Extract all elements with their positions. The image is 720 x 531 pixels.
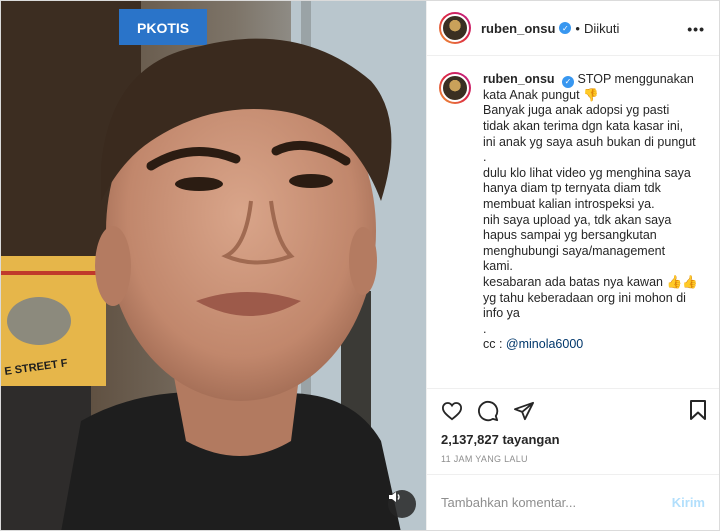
action-bar	[427, 388, 719, 432]
post-comment-button[interactable]: Kirim	[672, 495, 705, 510]
like-button[interactable]	[441, 401, 463, 421]
caption-text: ruben_onsu ✓ STOP menggunakan kata Anak …	[483, 72, 701, 388]
heart-icon	[441, 401, 463, 420]
follow-status-button[interactable]: Diikuti	[584, 21, 619, 36]
caption-username-link[interactable]: ruben_onsu	[483, 72, 555, 86]
caption-section: ruben_onsu ✓ STOP menggunakan kata Anak …	[427, 56, 719, 388]
comment-icon	[478, 400, 499, 421]
caption-line: kami.	[483, 259, 513, 274]
caption-avatar[interactable]	[439, 72, 471, 104]
verified-badge-icon: ✓	[559, 22, 572, 34]
caption-line: ruben_onsu ✓ STOP menggunakan	[483, 72, 701, 88]
save-button[interactable]	[689, 399, 707, 426]
post-window: PKOTIS E STREET F ruben_onsu ✓ • Diikuti…	[0, 0, 720, 531]
caption-line: nih saya upload ya, tdk akan saya	[483, 212, 672, 227]
header-username-link[interactable]: ruben_onsu	[481, 21, 555, 36]
sign-text: PKOTIS	[137, 20, 189, 36]
avatar[interactable]	[439, 12, 471, 44]
caption-line: cc : @minola6000	[483, 337, 701, 353]
video-frame: PKOTIS E STREET F	[1, 1, 426, 530]
caption-line: kesabaran ada batas nya kawan 👍👍	[483, 274, 698, 289]
caption-line-text: STOP menggunakan	[574, 72, 694, 86]
bookmark-icon	[690, 400, 706, 420]
caption-line: hanya diam tp ternyata diam tdk	[483, 181, 661, 196]
video-player[interactable]: PKOTIS E STREET F	[1, 1, 426, 530]
send-icon	[514, 401, 534, 420]
view-count[interactable]: 2,137,827 tayangan	[427, 432, 719, 450]
comment-input[interactable]	[441, 495, 672, 510]
caption-line: tidak akan terima dgn kata kasar ini,	[483, 118, 684, 133]
more-options-icon[interactable]: •••	[687, 21, 705, 37]
caption-line: .	[483, 150, 487, 165]
post-timestamp[interactable]: 11 JAM YANG LALU	[427, 450, 719, 474]
caption-line: .	[483, 321, 487, 336]
caption-line: membuat kalian introspeksi ya.	[483, 196, 655, 211]
caption-line: yg tahu keberadaan org ini mohon di	[483, 290, 686, 305]
share-button[interactable]	[513, 401, 535, 421]
caption-line: hapus sampai yg bersangkutan	[483, 228, 657, 243]
mention-link[interactable]: @minola6000	[506, 337, 583, 351]
comment-button[interactable]	[477, 400, 499, 422]
caption-line: kata Anak pungut 👎	[483, 87, 599, 102]
header-separator: •	[575, 20, 580, 36]
speaker-icon	[389, 492, 400, 502]
avatar-image	[441, 14, 469, 42]
caption-line: menghubungi saya/management	[483, 243, 666, 258]
comment-box: Kirim	[427, 474, 719, 530]
caption-line: Banyak juga anak adopsi yg pasti	[483, 103, 670, 118]
sound-toggle-button[interactable]	[388, 490, 416, 518]
caption-line: dulu klo lihat video yg menghina saya	[483, 165, 691, 180]
caption-verified-badge-icon: ✓	[562, 75, 575, 88]
caption-avatar-image	[441, 74, 469, 102]
caption-line: info ya	[483, 306, 520, 321]
post-header: ruben_onsu ✓ • Diikuti •••	[427, 1, 719, 56]
post-sidebar: ruben_onsu ✓ • Diikuti ••• ruben_onsu ✓ …	[426, 1, 719, 530]
caption-line: ini anak yg saya asuh bukan di pungut	[483, 134, 696, 149]
caption-cc-text: cc :	[483, 337, 506, 352]
